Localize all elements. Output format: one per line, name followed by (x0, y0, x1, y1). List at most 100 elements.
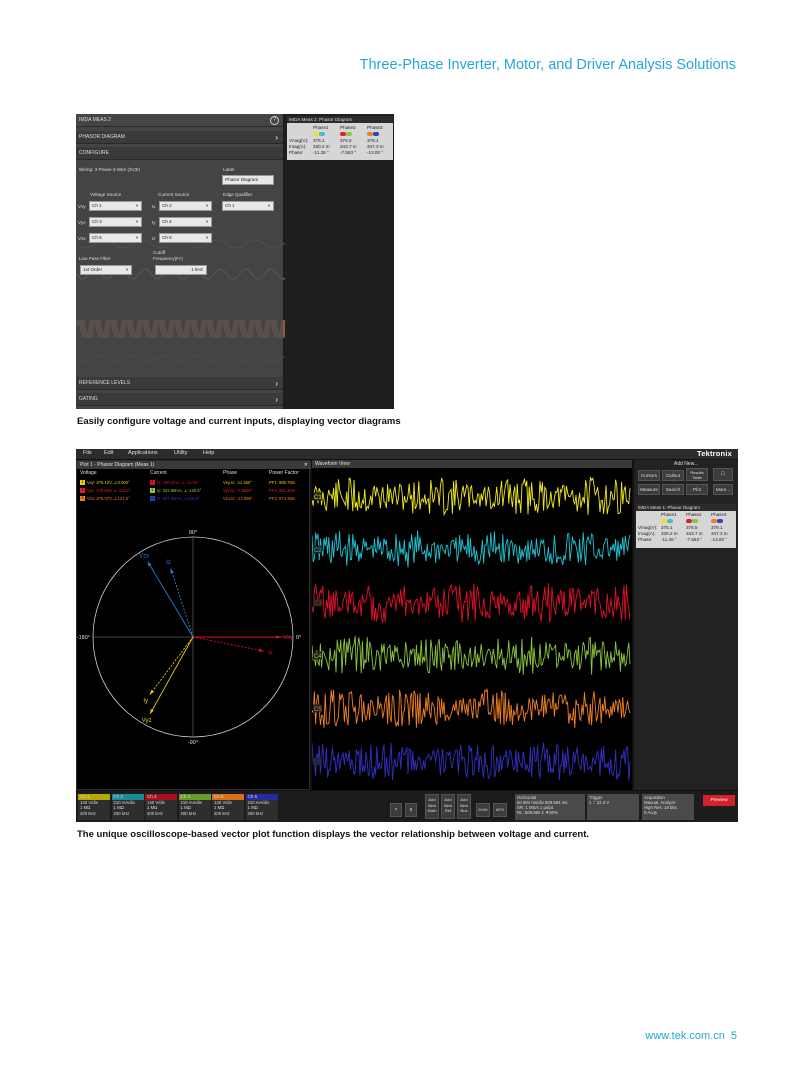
phase1-dots (661, 518, 673, 523)
row-value: -11.26 ° (313, 150, 329, 155)
waveform-view-title-bar: Waveform View (312, 460, 632, 468)
current-value: Ix: 330.2mA, ∠-11.26° (157, 480, 199, 485)
close-icon[interactable]: ✕ (304, 461, 308, 469)
trace-c3 (312, 583, 631, 623)
channel-badge-line: 200 kHz (180, 810, 197, 816)
vector-label: Vxy (283, 635, 293, 641)
page-number: 5 (730, 1030, 737, 1042)
vector-ix (192, 636, 264, 652)
lpf-select[interactable]: 1st Order ▼ (80, 265, 132, 275)
oscilloscope-screenshot: File Edit Applications Utility Help Tekt… (76, 449, 738, 822)
channel-badge[interactable]: Ch 2 210 mA/div 1 MΩ 200 kHz (111, 794, 144, 820)
channel-badge[interactable]: Ch 4 210 mA/div 1 MΩ 200 kHz (178, 794, 211, 820)
more-button[interactable]: More... (713, 484, 733, 495)
menu-help[interactable]: Help (203, 450, 214, 456)
chevron-right-icon: › (275, 133, 278, 142)
row-value: 375.1 (661, 525, 673, 530)
channel-label: C6 (314, 760, 322, 766)
footer-url[interactable]: www.tek.com.cn (645, 1030, 724, 1042)
angle-label: 90° (189, 530, 197, 536)
channel-badge-line: 200 kHz (214, 810, 230, 816)
ch7-button[interactable]: 7 (390, 803, 402, 817)
menu-applications[interactable]: Applications (128, 450, 158, 456)
channel-badge[interactable]: Ch 5 140 V/div 1 MΩ 200 kHz (212, 794, 244, 820)
trigger-badge[interactable]: Trigger 1 ⟋ 22.4 V (587, 794, 639, 820)
section-reference-levels[interactable]: REFERENCE LEVELS › (76, 377, 283, 390)
phase-header: Phase3 (367, 125, 383, 130)
chevron-down-icon: ▼ (135, 203, 139, 208)
figure2-caption: The unique oscilloscope-based vector plo… (77, 829, 590, 840)
horizontal-badge[interactable]: Horizontal 50.984 ms/div 509.984 ms SR: … (515, 794, 585, 820)
vxy-select-value: Ch 1 (92, 203, 102, 208)
channel-label: C3 (314, 601, 322, 607)
waveform-view: Waveform View C1 C2 C3 C4 C5 C6 (312, 460, 632, 790)
row-value: 343.7 m (686, 531, 703, 536)
iy-select[interactable]: Ch 4 ▼ (159, 217, 212, 227)
menu-edit[interactable]: Edit (104, 450, 113, 456)
waveform-view-title: Waveform View (315, 461, 350, 467)
ix-select[interactable]: Ch 2 ▼ (159, 201, 212, 211)
measure-button[interactable]: Measure (638, 484, 660, 495)
angle-label: 0° (296, 635, 301, 641)
label-input[interactable]: Phasor Diagram (222, 175, 274, 185)
settings-bar: Ch 1 140 V/div 1 MΩ 200 kHz Ch 2 210 mA/div 1 … (76, 791, 738, 822)
afg-button[interactable]: AFG (493, 803, 507, 817)
cursors-button[interactable]: Cursors (638, 470, 660, 481)
vzx-select[interactable]: Ch 5 ▼ (89, 233, 142, 243)
edge-qualifier-select[interactable]: Ch 1 ▼ (222, 201, 274, 211)
phase2-dots (340, 131, 352, 136)
iz-select[interactable]: Ch 6 ▼ (159, 233, 212, 243)
vxy-select[interactable]: Ch 1 ▼ (89, 201, 142, 211)
channel-badge[interactable]: Ch 3 140 V/div 1 MΩ 200 kHz (145, 794, 177, 820)
callout-button[interactable]: Callout (662, 470, 684, 481)
current-source-label: Current Source (158, 192, 190, 197)
phasor-plot-window: Plot 1 - Phasor Diagram (Meas 1) ✕ Volta… (76, 460, 311, 790)
phase3-dots (711, 518, 723, 523)
col-phase: Phase (223, 470, 238, 476)
section-phasor-diagram[interactable]: PHASOR DIAGRAM › (76, 131, 283, 144)
add-new-ref-button[interactable]: Add New Ref (441, 794, 455, 819)
vector-iz (170, 568, 194, 638)
right-meas-badge[interactable]: IMDA Meas 1: Phasor Diagram Phase1 Phase… (636, 504, 736, 548)
iz-select-value: Ch 6 (162, 235, 172, 240)
chevron-right-icon: › (275, 395, 278, 404)
lpf-select-value: 1st Order (83, 267, 103, 272)
vector-vyz (149, 636, 194, 715)
ix-select-value: Ch 2 (162, 203, 172, 208)
angle-label: -90° (188, 740, 198, 746)
chevron-right-icon: › (275, 379, 278, 388)
search-button[interactable]: Search (662, 484, 684, 495)
add-new-math-button[interactable]: Add New Math (425, 794, 439, 819)
channel-badge-line: 200 kHz (80, 810, 96, 816)
vyz-select[interactable]: Ch 3 ▼ (89, 217, 142, 227)
vector-arrowhead (150, 708, 154, 714)
cutoff-input[interactable]: 1 kHz (155, 265, 207, 275)
results-table-button[interactable]: Results Table (686, 468, 708, 481)
acquisition-line: 0 Acqs (644, 810, 657, 815)
channel-badge[interactable]: Ch 6 210 mA/div 1 MΩ 200 kHz (245, 794, 278, 820)
note-icon[interactable]: ☐ (713, 468, 733, 481)
channel-badge[interactable]: Ch 1 140 V/div 1 MΩ 200 kHz (78, 794, 110, 820)
preview-button[interactable]: Preview (703, 795, 735, 806)
dvm-button[interactable]: DVM (476, 803, 490, 817)
section-configure[interactable]: CONFIGURE (76, 147, 283, 160)
right-meas-title: IMDA Meas 1: Phasor Diagram (636, 504, 736, 511)
imda-configure-screenshot: IMDA MEAS 2 ? PHASOR DIAGRAM › CONFIGURE… (76, 114, 394, 409)
meas-badge-title: IMDA Meas 2: Phasor Diagram (287, 116, 393, 123)
help-icon[interactable]: ? (270, 116, 279, 125)
menu-file[interactable]: File (83, 450, 92, 456)
menu-utility[interactable]: Utility (174, 450, 187, 456)
acquisition-badge[interactable]: Acquisition Manual, Analyze High Res: 16… (642, 794, 694, 820)
channel-label: C2 (314, 548, 322, 554)
meas-badge[interactable]: IMDA Meas 2: Phasor Diagram Phase1 Phase… (287, 116, 393, 160)
section-gating[interactable]: GATING › (76, 393, 283, 406)
vector-vzx (147, 561, 194, 638)
ch8-button[interactable]: 8 (405, 803, 417, 817)
edge-qualifier-value: Ch 1 (225, 203, 235, 208)
row-label: Vmag(V): (638, 525, 658, 530)
plot-button[interactable]: Plot (686, 484, 708, 495)
panel-title-text: IMDA MEAS 2 (79, 117, 111, 123)
phase-header: Phase2 (340, 125, 356, 130)
section-label: GATING (79, 396, 98, 402)
add-new-bus-button[interactable]: Add New Bus (457, 794, 471, 819)
